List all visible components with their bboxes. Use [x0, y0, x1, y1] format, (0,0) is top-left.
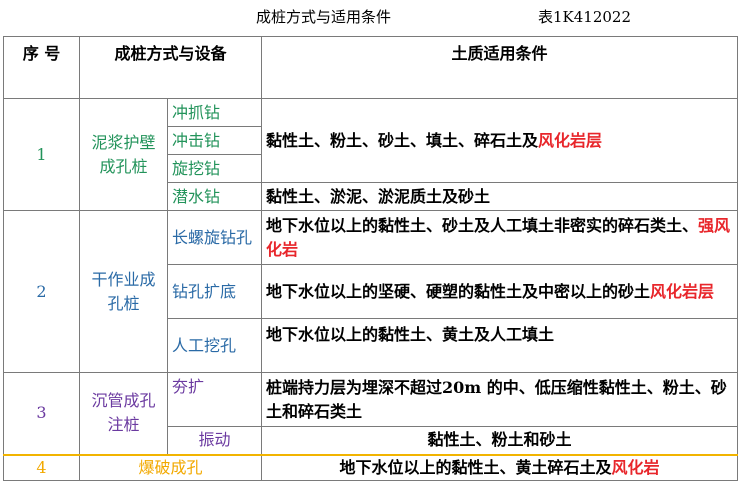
soil-condition: 地下水位以上的黏性土、黄土及人工填土: [261, 318, 739, 373]
soil-condition: 地下水位以上的黏性土、黄土碎石土及风化岩: [261, 453, 739, 481]
table-code: 表1K412022: [538, 8, 632, 26]
group-name: 沉管成孔注桩: [79, 372, 168, 455]
soil-condition: 地下水位以上的坚硬、硬塑的黏性土及中密以上的砂土风化岩层: [261, 264, 739, 319]
group-name: 泥浆护壁成孔桩: [79, 98, 168, 211]
group-name: 爆破成孔: [78, 453, 263, 481]
highlight-text: 风化岩层: [650, 281, 715, 301]
highlight-text: 风化岩: [611, 457, 660, 477]
row-number: 1: [3, 98, 80, 211]
header-soil: 土质适用条件: [261, 36, 739, 99]
row-number: 3: [3, 372, 80, 455]
pile-method-table: 序 号 成桩方式与设备 土质适用条件 1 泥浆护壁成孔桩 冲抓钻 黏性土、粉土、…: [3, 36, 739, 481]
soil-condition: 黏性土、粉土和砂土: [261, 426, 739, 455]
equipment-cell: 夯扩: [166, 372, 263, 427]
soil-condition: 黏性土、淤泥、淤泥质土及砂土: [261, 182, 739, 211]
table-title: 成桩方式与适用条件: [256, 8, 392, 26]
group-name: 干作业成孔桩: [79, 210, 168, 373]
equipment-cell: 潜水钻: [166, 182, 263, 211]
equipment-cell: 长螺旋钻孔: [166, 210, 263, 265]
table-row: 4 爆破成孔 地下水位以上的黏性土、黄土碎石土及风化岩: [3, 453, 739, 481]
equipment-cell: 钻孔扩底: [166, 264, 263, 319]
soil-condition: 黏性土、粉土、砂土、填土、碎石土及风化岩层: [261, 98, 739, 183]
row-number: 4: [3, 453, 80, 481]
equipment-cell: 人工挖孔: [166, 318, 263, 373]
table-row: 1 泥浆护壁成孔桩 冲抓钻 黏性土、粉土、砂土、填土、碎石土及风化岩层: [3, 98, 739, 211]
equipment-cell: 冲抓钻: [166, 98, 263, 127]
soil-condition: 地下水位以上的黏性土、砂土及人工填土非密实的碎石类土、强风化岩: [261, 210, 739, 265]
table-caption: 成桩方式与适用条件 表1K412022: [0, 6, 740, 28]
soil-condition: 桩端持力层为埋深不超过20m 的中、低压缩性黏性土、粉土、砂土和碎石类土: [261, 372, 739, 427]
header-no: 序 号: [3, 36, 80, 99]
table-row: 2 干作业成孔桩 长螺旋钻孔 地下水位以上的黏性土、砂土及人工填土非密实的碎石类…: [3, 210, 739, 373]
header-method: 成桩方式与设备: [78, 36, 263, 99]
equipment-cell: 冲击钻: [166, 126, 263, 155]
row-number: 2: [3, 210, 80, 373]
header-row: 序 号 成桩方式与设备 土质适用条件: [3, 36, 739, 99]
highlight-text: 风化岩层: [538, 130, 603, 150]
equipment-cell: 旋挖钻: [166, 154, 263, 183]
table-row: 3 沉管成孔注桩 夯扩 桩端持力层为埋深不超过20m 的中、低压缩性黏性土、粉土…: [3, 372, 739, 455]
equipment-cell: 振动: [166, 426, 263, 455]
